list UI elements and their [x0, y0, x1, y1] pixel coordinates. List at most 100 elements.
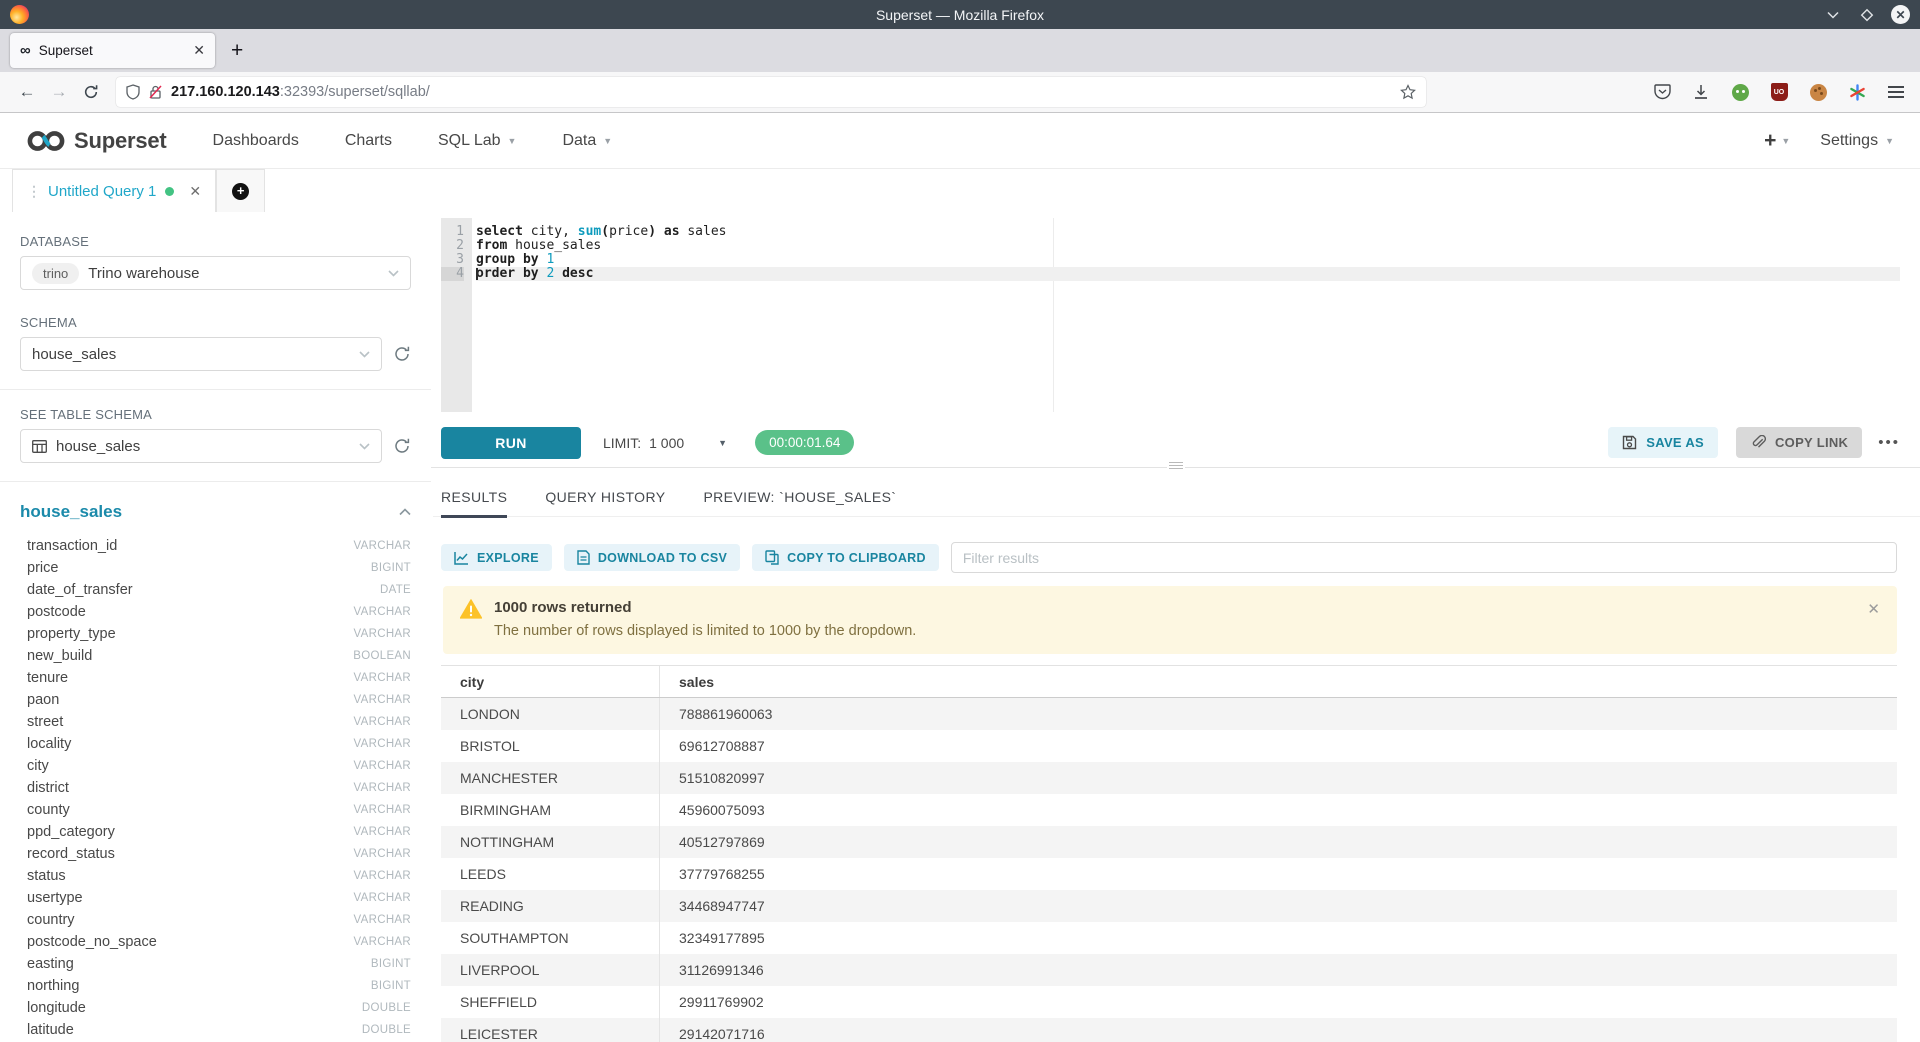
- limit-label: LIMIT:: [603, 435, 641, 451]
- forward-button[interactable]: →: [46, 82, 72, 102]
- reload-button[interactable]: [78, 84, 104, 100]
- table-browser-title[interactable]: house_sales: [20, 502, 122, 522]
- query-tab-close-icon[interactable]: ✕: [189, 183, 201, 200]
- tab-query-history[interactable]: QUERY HISTORY: [545, 489, 665, 516]
- column-type: VARCHAR: [354, 672, 411, 684]
- window-close-icon[interactable]: ✕: [1891, 5, 1910, 24]
- editor-code[interactable]: select city, sum(price) as salesfrom hou…: [472, 218, 1900, 412]
- limit-dropdown[interactable]: LIMIT: 1 000 ▼: [603, 435, 727, 451]
- privacy-badger-icon[interactable]: [1730, 82, 1750, 102]
- browser-tab[interactable]: ∞ Superset ✕: [10, 33, 215, 68]
- results-table-header[interactable]: city sales: [441, 666, 1897, 698]
- cell-city: NOTTINGHAM: [441, 834, 659, 850]
- tab-close-icon[interactable]: ✕: [193, 42, 205, 59]
- col-header-sales[interactable]: sales: [659, 666, 1897, 697]
- nav-sql-lab[interactable]: SQL Lab▼: [438, 132, 516, 150]
- panel-resize-handle[interactable]: [1167, 459, 1185, 472]
- copy-to-clipboard-button[interactable]: COPY TO CLIPBOARD: [752, 544, 939, 571]
- superset-logo[interactable]: Superset: [26, 128, 167, 154]
- add-new-button[interactable]: +▼: [1764, 129, 1790, 153]
- limit-value: 1 000: [649, 435, 684, 451]
- column-type: BIGINT: [371, 958, 411, 970]
- save-as-button[interactable]: SAVE AS: [1608, 427, 1718, 458]
- nav-data[interactable]: Data▼: [562, 132, 612, 150]
- download-csv-button[interactable]: DOWNLOAD TO CSV: [564, 544, 740, 571]
- run-button[interactable]: RUN: [441, 427, 581, 459]
- column-type: VARCHAR: [354, 738, 411, 750]
- cell-sales: 32349177895: [659, 922, 1897, 954]
- code-line: group by 1: [476, 253, 1900, 267]
- sql-editor[interactable]: 1234 select city, sum(price) as salesfro…: [441, 218, 1900, 412]
- table-row: NOTTINGHAM40512797869: [441, 826, 1897, 858]
- schema-select[interactable]: house_sales: [20, 337, 382, 371]
- query-tab-active[interactable]: ⋮ Untitled Query 1 ✕: [12, 169, 216, 212]
- nav-charts[interactable]: Charts: [345, 132, 392, 150]
- new-tab-button[interactable]: +: [231, 40, 243, 61]
- table-select[interactable]: house_sales: [20, 429, 382, 463]
- settings-menu[interactable]: Settings▼: [1820, 132, 1894, 150]
- insecure-lock-icon[interactable]: [148, 84, 163, 100]
- col-header-city[interactable]: city: [441, 674, 659, 690]
- shield-icon[interactable]: [126, 84, 140, 100]
- back-button[interactable]: ←: [14, 82, 40, 102]
- cell-sales: 69612708887: [659, 730, 1897, 762]
- column-type: VARCHAR: [354, 694, 411, 706]
- cell-sales: 31126991346: [659, 954, 1897, 986]
- column-name: district: [27, 780, 69, 796]
- column-name: postcode: [27, 604, 86, 620]
- column-name: country: [27, 912, 75, 928]
- column-name: city: [27, 758, 49, 774]
- drag-grip-icon[interactable]: ⋮: [27, 183, 39, 200]
- nav-dashboards[interactable]: Dashboards: [213, 132, 299, 150]
- table-column-row: statusVARCHAR: [20, 865, 411, 887]
- refresh-schemas-icon[interactable]: [393, 345, 411, 363]
- explore-button[interactable]: EXPLORE: [441, 544, 552, 571]
- column-type: VARCHAR: [354, 716, 411, 728]
- line-number: 4: [441, 267, 464, 281]
- add-query-tab-button[interactable]: +: [216, 169, 265, 212]
- column-name: tenure: [27, 670, 68, 686]
- rows-returned-alert: 1000 rows returned The number of rows di…: [443, 586, 1897, 654]
- column-type: VARCHAR: [354, 606, 411, 618]
- refresh-tables-icon[interactable]: [393, 437, 411, 455]
- table-column-row: date_of_transferDATE: [20, 579, 411, 601]
- column-type: VARCHAR: [354, 628, 411, 640]
- code-line: from house_sales: [476, 239, 1900, 253]
- cell-sales: 788861960063: [659, 698, 1897, 730]
- menu-hamburger-icon[interactable]: [1886, 82, 1906, 102]
- column-type: BIGINT: [371, 980, 411, 992]
- table-value: house_sales: [56, 438, 140, 455]
- downloads-icon[interactable]: [1691, 82, 1711, 102]
- pocket-icon[interactable]: [1652, 82, 1672, 102]
- table-column-row: localityVARCHAR: [20, 733, 411, 755]
- warning-icon: [460, 599, 482, 619]
- window-minimize-icon[interactable]: [1823, 5, 1843, 25]
- alert-close-icon[interactable]: ✕: [1867, 600, 1880, 618]
- column-name: price: [27, 560, 58, 576]
- more-actions-button[interactable]: •••: [1878, 434, 1900, 451]
- superset-favicon: ∞: [20, 43, 31, 58]
- cookie-extension-icon[interactable]: [1808, 82, 1828, 102]
- column-type: VARCHAR: [354, 760, 411, 772]
- browser-window: Superset — Mozilla Firefox ✕ ∞ Superset …: [0, 0, 1920, 1042]
- table-column-row: postcode_no_spaceVARCHAR: [20, 931, 411, 953]
- table-column-row: city VARCHAR: [20, 755, 411, 777]
- plus-icon: +: [1764, 129, 1776, 153]
- column-name: paon: [27, 692, 59, 708]
- filter-results-input[interactable]: [951, 542, 1897, 573]
- tab-preview-table[interactable]: PREVIEW: `HOUSE_SALES`: [703, 489, 896, 516]
- browser-tab-title: Superset: [39, 43, 186, 58]
- window-maximize-icon[interactable]: [1857, 5, 1877, 25]
- chevron-up-icon[interactable]: [399, 508, 411, 516]
- query-tab-title: Untitled Query 1: [48, 183, 156, 200]
- ublock-icon[interactable]: UO: [1769, 82, 1789, 102]
- table-row: LEICESTER29142071716: [441, 1018, 1897, 1042]
- table-column-row: countyVARCHAR: [20, 799, 411, 821]
- database-select[interactable]: trino Trino warehouse: [20, 256, 411, 290]
- sql-workspace: 1234 select city, sum(price) as salesfro…: [431, 212, 1920, 1042]
- url-bar[interactable]: 217.160.120.143:32393/superset/sqllab/: [116, 77, 1426, 107]
- extension-asterisk-icon[interactable]: [1847, 82, 1867, 102]
- bookmark-star-icon[interactable]: [1400, 84, 1416, 100]
- tab-results[interactable]: RESULTS: [441, 489, 507, 518]
- copy-link-button[interactable]: COPY LINK: [1736, 427, 1862, 458]
